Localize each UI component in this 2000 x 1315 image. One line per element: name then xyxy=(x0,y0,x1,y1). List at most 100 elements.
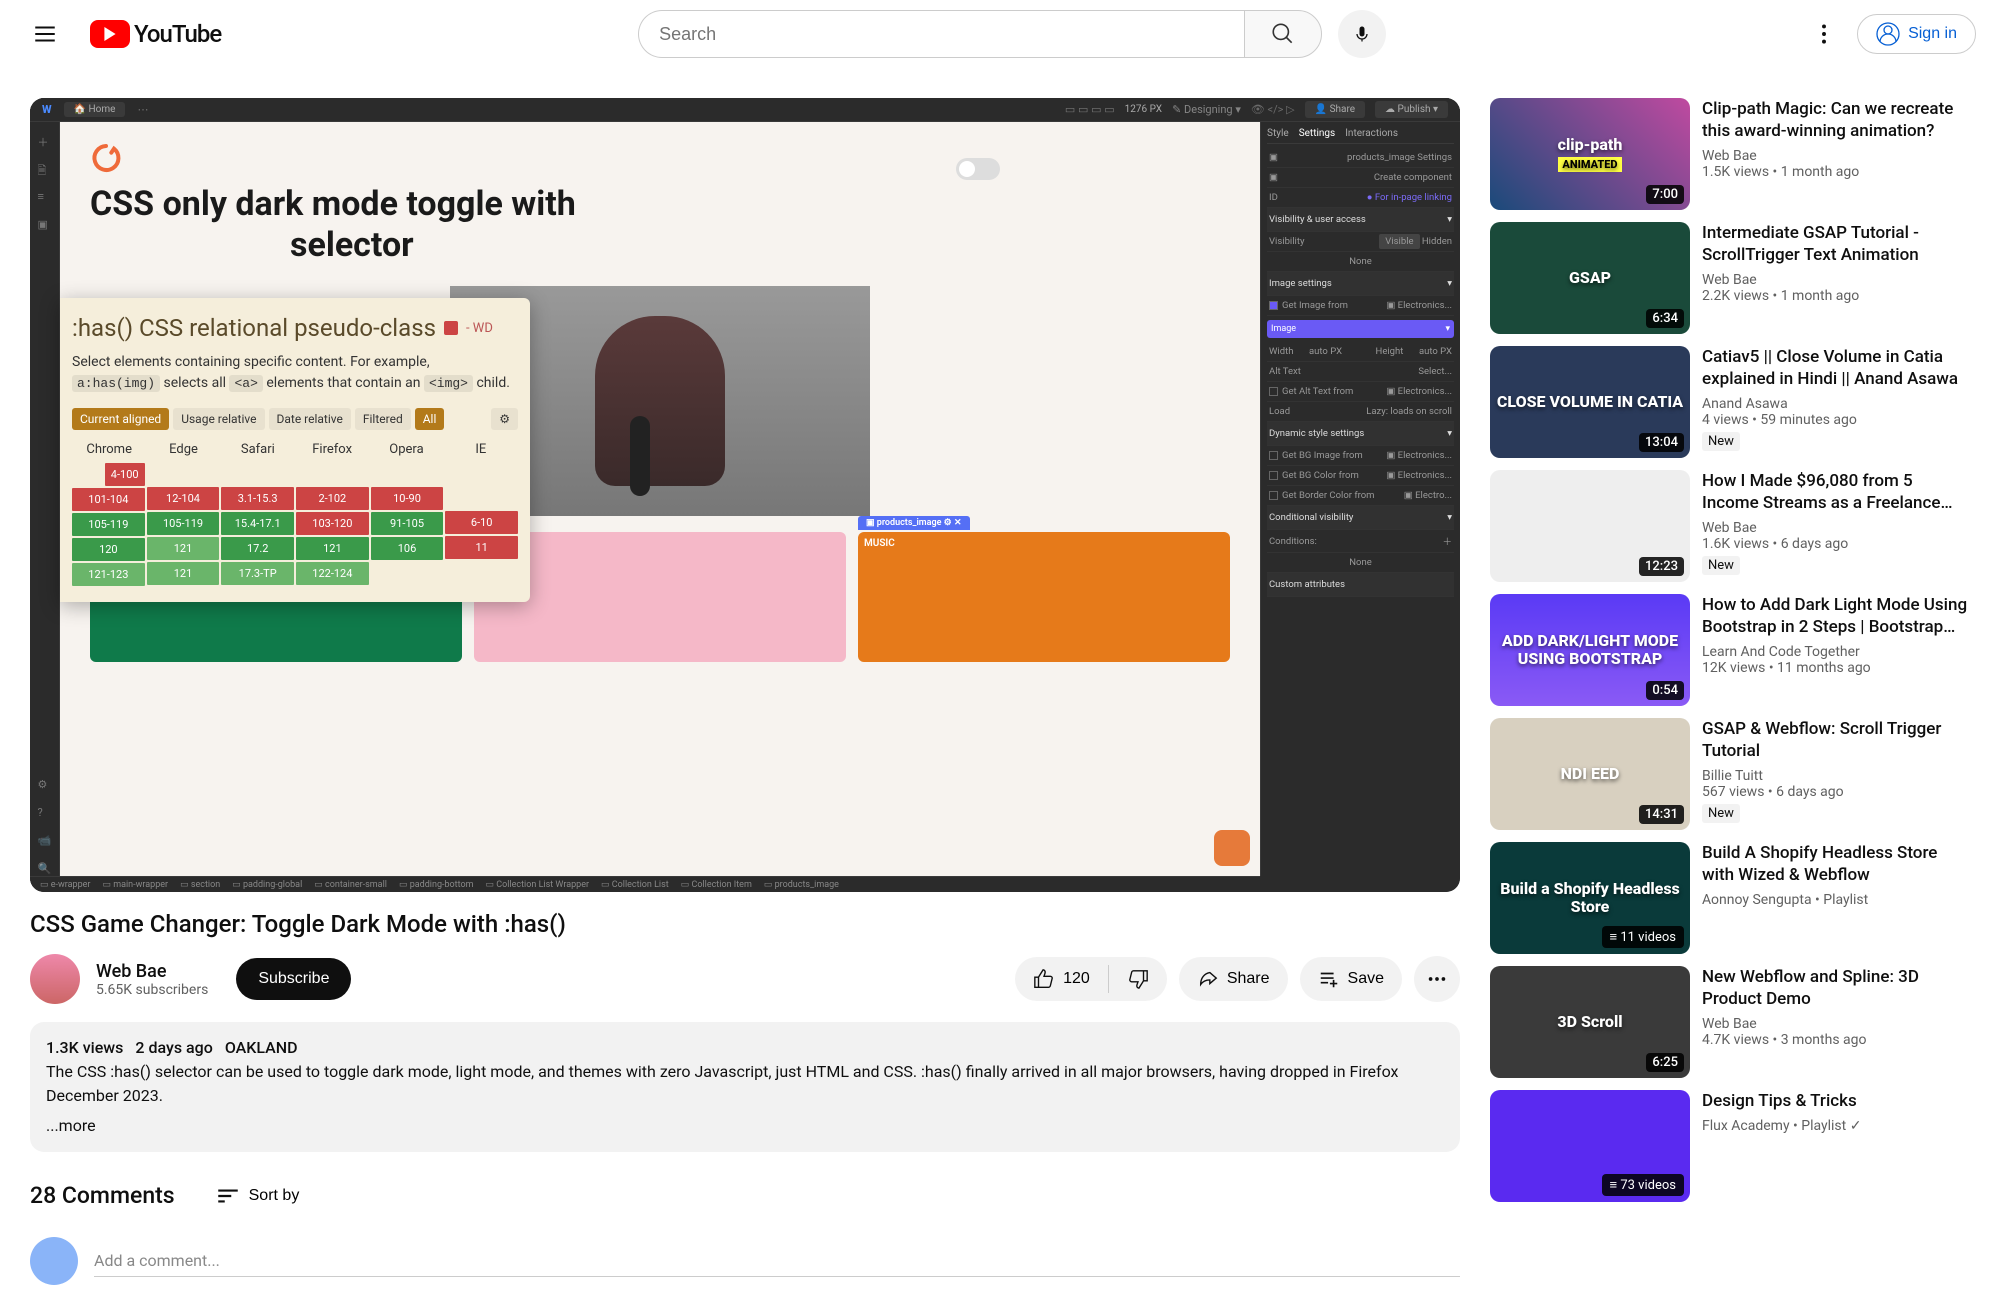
subscribe-button[interactable]: Subscribe xyxy=(236,958,351,1000)
recommendation-title[interactable]: How to Add Dark Light Mode Using Bootstr… xyxy=(1702,594,1970,638)
page-crumb: 🏠 Home xyxy=(64,102,126,117)
breadcrumb-item: ▭ main-wrapper xyxy=(102,880,168,890)
recommendation-channel[interactable]: Billie Tuitt xyxy=(1702,768,1970,784)
webflow-style-panel: Style Settings Interactions ▣ products_i… xyxy=(1260,122,1460,876)
recommendation-thumbnail[interactable]: ≡ 73 videos xyxy=(1490,1090,1690,1202)
caniuse-browser-row: ChromeEdgeSafariFirefoxOperaIE xyxy=(72,442,518,457)
browser-label: Firefox xyxy=(295,442,369,457)
channel-name[interactable]: Web Bae xyxy=(96,961,208,982)
recommendation-channel[interactable]: Learn And Code Together xyxy=(1702,644,1970,660)
recommendation-channel[interactable]: Web Bae xyxy=(1702,520,1970,536)
recommendation-thumbnail[interactable]: NDI EED14:31 xyxy=(1490,718,1690,830)
recommendation-thumbnail[interactable]: CLOSE VOLUME IN CATIA13:04 xyxy=(1490,346,1690,458)
sort-icon xyxy=(215,1183,241,1209)
recommendation-item[interactable]: GSAP6:34 Intermediate GSAP Tutorial - Scr… xyxy=(1490,222,1970,334)
support-cell xyxy=(445,463,518,485)
video-player[interactable]: W 🏠 Home ⋯ ▭ ▭ ▭ ▭ 1276 PX ✎ Designing ▾… xyxy=(30,98,1460,892)
recommendation-channel[interactable]: Anand Asawa xyxy=(1702,396,1970,412)
recommendation-title[interactable]: Build A Shopify Headless Store with Wize… xyxy=(1702,842,1970,886)
support-cell xyxy=(445,487,518,509)
browser-label: Safari xyxy=(221,442,295,457)
breadcrumb-item: ▭ section xyxy=(180,880,220,890)
recommendation-channel[interactable]: Web Bae xyxy=(1702,148,1970,164)
support-cell xyxy=(371,463,444,485)
playlist-count: ≡ 73 videos xyxy=(1602,1174,1684,1196)
recommendation-thumbnail[interactable]: 12:23 xyxy=(1490,470,1690,582)
breadcrumb-item: ▭ products_image xyxy=(764,880,839,890)
webflow-canvas: CSS only dark mode toggle with selector xyxy=(60,122,1260,876)
recommendation-meta: GSAP & Webflow: Scroll Trigger Tutorial B… xyxy=(1702,718,1970,830)
caniuse-title-text: :has() CSS relational pseudo-class xyxy=(72,314,436,342)
voice-search-button[interactable] xyxy=(1338,10,1386,58)
recommendation-channel[interactable]: Web Bae xyxy=(1702,272,1970,288)
breadcrumb-item: ▭ e-wrapper xyxy=(40,880,90,890)
recommendation-title[interactable]: GSAP & Webflow: Scroll Trigger Tutorial xyxy=(1702,718,1970,762)
recommendation-thumbnail[interactable]: ADD DARK/LIGHT MODE USING BOOTSTRAP0:54 xyxy=(1490,594,1690,706)
recommendation-channel[interactable]: Web Bae xyxy=(1702,1016,1970,1032)
search-icon xyxy=(1270,21,1296,47)
recommendation-title[interactable]: Catiav5 || Close Volume in Catia explain… xyxy=(1702,346,1970,390)
recommendation-meta: Build A Shopify Headless Store with Wize… xyxy=(1702,842,1970,954)
recommendation-thumbnail[interactable]: GSAP6:34 xyxy=(1490,222,1690,334)
recommendation-meta: Design Tips & Tricks Flux Academy • Playl… xyxy=(1702,1090,1970,1202)
recommendation-thumbnail[interactable]: clip-pathANIMATED7:00 xyxy=(1490,98,1690,210)
user-avatar xyxy=(30,1237,78,1285)
support-cell: 121 xyxy=(147,562,220,585)
recommendation-meta: How I Made $96,080 from 5 Income Streams… xyxy=(1702,470,1970,582)
search-input[interactable] xyxy=(638,10,1244,58)
show-more-button[interactable]: ...more xyxy=(46,1114,1444,1138)
recommendation-title[interactable]: Clip-path Magic: Can we recreate this aw… xyxy=(1702,98,1970,142)
recommendation-views: 4 views • 59 minutes ago xyxy=(1702,412,1970,428)
sort-comments-button[interactable]: Sort by xyxy=(215,1183,300,1209)
recommendation-views: 567 views • 6 days ago xyxy=(1702,784,1970,800)
comment-input[interactable]: Add a comment... xyxy=(94,1245,1460,1277)
dislike-button[interactable] xyxy=(1109,957,1167,1001)
support-cell: 4-100 xyxy=(105,463,145,486)
breadcrumb-item: ▭ Collection List Wrapper xyxy=(486,880,590,890)
hamburger-menu-button[interactable] xyxy=(24,13,66,55)
support-cell: 106 xyxy=(371,537,444,560)
recommendation-item[interactable]: clip-pathANIMATED7:00 Clip-path Magic: Ca… xyxy=(1490,98,1970,210)
support-cell: 3.1-15.3 xyxy=(221,487,294,510)
video-meta-row: Web Bae 5.65K subscribers Subscribe 120 xyxy=(30,954,1460,1004)
search-button[interactable] xyxy=(1244,10,1322,58)
recommendation-item[interactable]: 3D Scroll6:25 New Webflow and Spline: 3D … xyxy=(1490,966,1970,1078)
recommendation-item[interactable]: ≡ 73 videos Design Tips & Tricks Flux Acad… xyxy=(1490,1090,1970,1202)
settings-menu-button[interactable] xyxy=(1803,13,1845,55)
swirl-logo-icon xyxy=(90,142,122,174)
like-count: 120 xyxy=(1063,970,1090,988)
recommendation-item[interactable]: NDI EED14:31GSAP & Webflow: Scroll Trigg… xyxy=(1490,718,1970,830)
channel-avatar[interactable] xyxy=(30,954,80,1004)
recommendation-title[interactable]: New Webflow and Spline: 3D Product Demo xyxy=(1702,966,1970,1010)
recommendation-title[interactable]: Design Tips & Tricks xyxy=(1702,1090,1970,1112)
youtube-logo[interactable]: YouTube xyxy=(90,20,221,48)
recommendation-views: 1.5K views • 1 month ago xyxy=(1702,164,1970,180)
description-box[interactable]: 1.3K views 2 days ago OAKLAND The CSS :h… xyxy=(30,1022,1460,1152)
description-text: The CSS :has() selector can be used to t… xyxy=(46,1060,1444,1108)
more-actions-button[interactable] xyxy=(1414,956,1460,1002)
save-button[interactable]: Save xyxy=(1300,957,1402,1001)
recommendation-item[interactable]: 12:23 How I Made $96,080 from 5 Income St… xyxy=(1490,470,1970,582)
recommendation-title[interactable]: How I Made $96,080 from 5 Income Streams… xyxy=(1702,470,1970,514)
support-cell: 17.2 xyxy=(221,537,294,560)
recommendation-thumbnail[interactable]: 3D Scroll6:25 xyxy=(1490,966,1690,1078)
support-cell: 120 xyxy=(72,538,145,561)
recommendation-item[interactable]: Build a Shopify Headless Store≡ 11 video… xyxy=(1490,842,1970,954)
support-cell xyxy=(371,562,444,584)
recommendation-channel[interactable]: Flux Academy • Playlist ✓ xyxy=(1702,1118,1970,1134)
recommendation-item[interactable]: ADD DARK/LIGHT MODE USING BOOTSTRAP0:54 H… xyxy=(1490,594,1970,706)
recommendation-item[interactable]: CLOSE VOLUME IN CATIA13:04 Catiav5 || Clo… xyxy=(1490,346,1970,458)
user-icon xyxy=(1876,22,1900,46)
browser-label: Opera xyxy=(369,442,443,457)
share-button[interactable]: Share xyxy=(1179,957,1288,1001)
location-tag: OAKLAND xyxy=(225,1038,298,1057)
caniuse-filter: All xyxy=(415,408,445,430)
signin-button[interactable]: Sign in xyxy=(1857,14,1976,54)
recommendation-channel[interactable]: Aonnoy Sengupta • Playlist xyxy=(1702,892,1970,908)
like-button[interactable]: 120 xyxy=(1015,957,1108,1001)
webflow-breadcrumb-bar: ▭ e-wrapper▭ main-wrapper▭ section▭ padd… xyxy=(30,876,1260,892)
caniuse-filter: Current aligned xyxy=(72,408,169,430)
wf-publish-button: ☁ Publish ▾ xyxy=(1375,101,1448,118)
recommendation-thumbnail[interactable]: Build a Shopify Headless Store≡ 11 video… xyxy=(1490,842,1690,954)
recommendation-title[interactable]: Intermediate GSAP Tutorial - ScrollTrigg… xyxy=(1702,222,1970,266)
